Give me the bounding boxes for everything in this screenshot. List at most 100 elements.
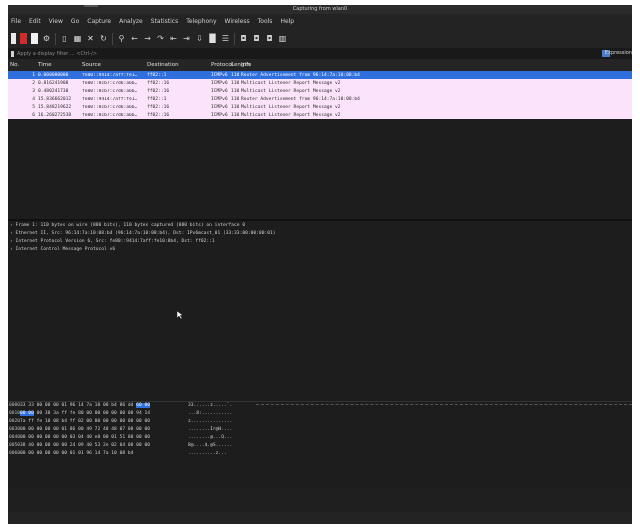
packet-list-header: No. Time Source Destination Protocol Len…	[8, 59, 632, 71]
bytes-line[interactable]: 0050 38 40 00 00 00 00 24 09 40 53 2e 02 …	[8, 442, 632, 450]
bytes-line[interactable]: 0040 00 00 00 00 00 00 03 04 40 e0 00 01 …	[8, 434, 632, 442]
menu-item-statistics[interactable]: Statistics	[151, 18, 178, 25]
packet-row[interactable]: 2 0.816241908 fe80::8cb7:c7d6:a6b… ff02::16…	[8, 79, 632, 87]
menu-item-go[interactable]: Go	[71, 18, 79, 25]
menu-item-file[interactable]: File	[11, 18, 21, 25]
packet-cell-dst: ff02::1	[147, 96, 167, 102]
packet-row[interactable]: 1 0.000000000 fe80::9414:7aff:fe1… ff02::1 I…	[8, 71, 632, 79]
detail-tree-item[interactable]: › Internet Protocol Version 6, Src: fe80…	[8, 238, 632, 246]
bytes-hex: 00 00 00 38 3a ff fe 80 00 00 00 00 00 0…	[20, 411, 151, 416]
wireshark-window: Capturing from wlan0 File Edit View Go Captu…	[8, 5, 632, 524]
title-bar: Capturing from wlan0	[8, 5, 632, 14]
find-packet-icon[interactable]: ⚲	[117, 33, 126, 44]
capture-options-icon[interactable]: ⚙	[42, 33, 51, 44]
detail-tree-item[interactable]: › Frame 1: 110 bytes on wire (880 bits),…	[8, 222, 632, 230]
packet-cell-time: 16.260272538	[38, 112, 72, 118]
packet-row[interactable]: 6 16.260272538 fe80::8cb7:c7d6:a6b… ff02::1…	[8, 111, 632, 119]
packet-cell-no: 4	[32, 96, 35, 102]
bytes-lines: 0000 33 33 00 00 00 01 96 14 7a 10 08 b4 …	[8, 402, 632, 458]
packet-cell-proto: ICMPv6	[211, 88, 228, 94]
packet-row[interactable]: 3 0.480241730 fe80::8cb7:c7d6:a6b… ff02::16…	[8, 87, 632, 95]
list-icon[interactable]: ☰	[221, 33, 230, 44]
first-packet-icon[interactable]: ⇤	[169, 33, 178, 44]
restart-capture-button[interactable]	[31, 33, 38, 44]
packet-cell-src: fe80::8cb7:c7d6:a6b…	[82, 80, 138, 86]
reload-icon[interactable]: ↻	[99, 33, 108, 44]
menu-item-telephony[interactable]: Telephony	[186, 18, 216, 25]
save-file-icon[interactable]: ▦	[73, 33, 82, 44]
bytes-offset: 0030	[9, 427, 21, 432]
packet-cell-src: fe80::8cb7:c7d6:a6b…	[82, 104, 138, 110]
menu-item-analyze[interactable]: Analyze	[119, 18, 143, 25]
bytes-dashed-divider	[256, 404, 632, 405]
bookmark-icon[interactable]	[11, 50, 14, 57]
packet-row[interactable]: 5 15.848219622 fe80::8cb7:c7d6:a6b… ff02::1…	[8, 103, 632, 111]
packet-cell-time: 15.836662012	[38, 96, 72, 102]
packet-cell-dst: ff02::1	[147, 72, 167, 78]
column-header-length[interactable]: Length	[231, 62, 250, 68]
column-header-time[interactable]: Time	[38, 62, 82, 68]
last-packet-icon[interactable]: ⇥	[182, 33, 191, 44]
detail-tree-text: Ethernet II, Src: 96:14:7a:10:08:b4 (96:…	[15, 231, 276, 236]
menu-item-edit[interactable]: Edit	[29, 18, 41, 25]
bytes-hex: 00 00 00 00 00 00 01 01 96 14 7a 10 08 b…	[20, 451, 134, 456]
packet-cell-src: fe80::9414:7aff:fe1…	[82, 72, 138, 78]
packet-cell-time: 0.000000000	[38, 72, 69, 78]
bytes-line[interactable]: 0020 7a ff fe 10 08 b4 ff 02 00 00 00 00 …	[8, 418, 632, 426]
autoscroll-icon[interactable]: ⇩	[195, 33, 204, 44]
colorize-icon[interactable]: █	[208, 33, 217, 44]
packet-details-pane: › Frame 1: 110 bytes on wire (880 bits),…	[8, 221, 632, 305]
column-header-destination[interactable]: Destination	[147, 62, 211, 68]
menu-item-tools[interactable]: Tools	[258, 18, 273, 25]
packet-cell-no: 2	[32, 80, 35, 86]
packet-cell-proto: ICMPv6	[211, 112, 228, 118]
zoom-in-icon[interactable]: ◘	[239, 33, 248, 44]
detail-tree-text: Internet Protocol Version 6, Src: fe80::…	[15, 239, 215, 244]
zoom-out-icon[interactable]: ◘	[252, 33, 261, 44]
packet-cell-no: 3	[32, 88, 35, 94]
mouse-cursor-icon	[177, 311, 183, 319]
packet-cell-len: 110	[231, 80, 240, 86]
bytes-line[interactable]: 0010 00 00 00 38 3a ff fe 80 00 00 00 00 …	[8, 410, 632, 418]
column-header-source[interactable]: Source	[82, 62, 147, 68]
go-to-packet-icon[interactable]: ↷	[156, 33, 165, 44]
display-filter-input[interactable]: Apply a display filter ... <Ctrl-/>	[17, 51, 97, 57]
column-header-protocol[interactable]: Protocol	[211, 62, 233, 68]
open-file-icon[interactable]: ▯	[60, 33, 69, 44]
bytes-offset: 0000	[9, 403, 21, 408]
go-back-icon[interactable]: ←	[130, 33, 139, 44]
packet-rows: 1 0.000000000 fe80::9414:7aff:fe1… ff02::1 I…	[8, 71, 632, 119]
column-header-no[interactable]: No.	[8, 62, 38, 68]
detail-tree-item[interactable]: › Ethernet II, Src: 96:14:7a:10:08:b4 (9…	[8, 230, 632, 238]
normal-size-icon[interactable]: ◘	[265, 33, 274, 44]
shark-fin-icon[interactable]	[11, 33, 16, 44]
packet-cell-info: Multicast Listener Report Message v2	[241, 88, 341, 94]
stop-capture-button[interactable]	[20, 33, 27, 44]
packet-cell-len: 110	[231, 104, 240, 110]
packet-cell-len: 110	[231, 112, 240, 118]
close-file-icon[interactable]: ✕	[86, 33, 95, 44]
detail-tree-item[interactable]: › Internet Control Message Protocol v6	[8, 246, 632, 254]
menu-item-view[interactable]: View	[49, 18, 63, 25]
go-forward-icon[interactable]: →	[143, 33, 152, 44]
bytes-line[interactable]: 0060 00 00 00 00 00 00 01 01 96 14 7a 10 …	[8, 450, 632, 458]
menu-item-help[interactable]: Help	[280, 18, 294, 25]
bytes-line[interactable]: 0030 00 00 00 00 00 01 86 00 49 72 40 48 …	[8, 426, 632, 434]
expression-button[interactable]: Expression	[605, 48, 632, 59]
menu-item-wireless[interactable]: Wireless	[225, 18, 250, 25]
packet-cell-proto: ICMPv6	[211, 80, 228, 86]
packet-cell-no: 6	[32, 112, 35, 118]
packet-cell-info: Multicast Listener Report Message v2	[241, 80, 341, 86]
bytes-offset: 0010	[9, 411, 21, 416]
packet-row[interactable]: 4 15.836662012 fe80::9414:7aff:fe1… ff02::1…	[8, 95, 632, 103]
packet-bytes-pane: 0000 33 33 00 00 00 01 96 14 7a 10 08 b4 …	[8, 401, 632, 487]
bytes-ascii: ........@...Q...	[188, 435, 233, 440]
bytes-ascii: 33......z.....`.	[188, 403, 233, 408]
packet-cell-len: 110	[231, 96, 240, 102]
menu-item-capture[interactable]: Capture	[87, 18, 111, 25]
resize-columns-icon[interactable]: ▥	[278, 33, 287, 44]
packet-cell-no: 5	[32, 104, 35, 110]
bytes-hex: 38 40 00 00 00 00 24 09 40 53 2e 02 04 0…	[20, 443, 150, 448]
toolbar-separator	[55, 32, 56, 45]
column-header-info[interactable]: Info	[241, 62, 251, 68]
